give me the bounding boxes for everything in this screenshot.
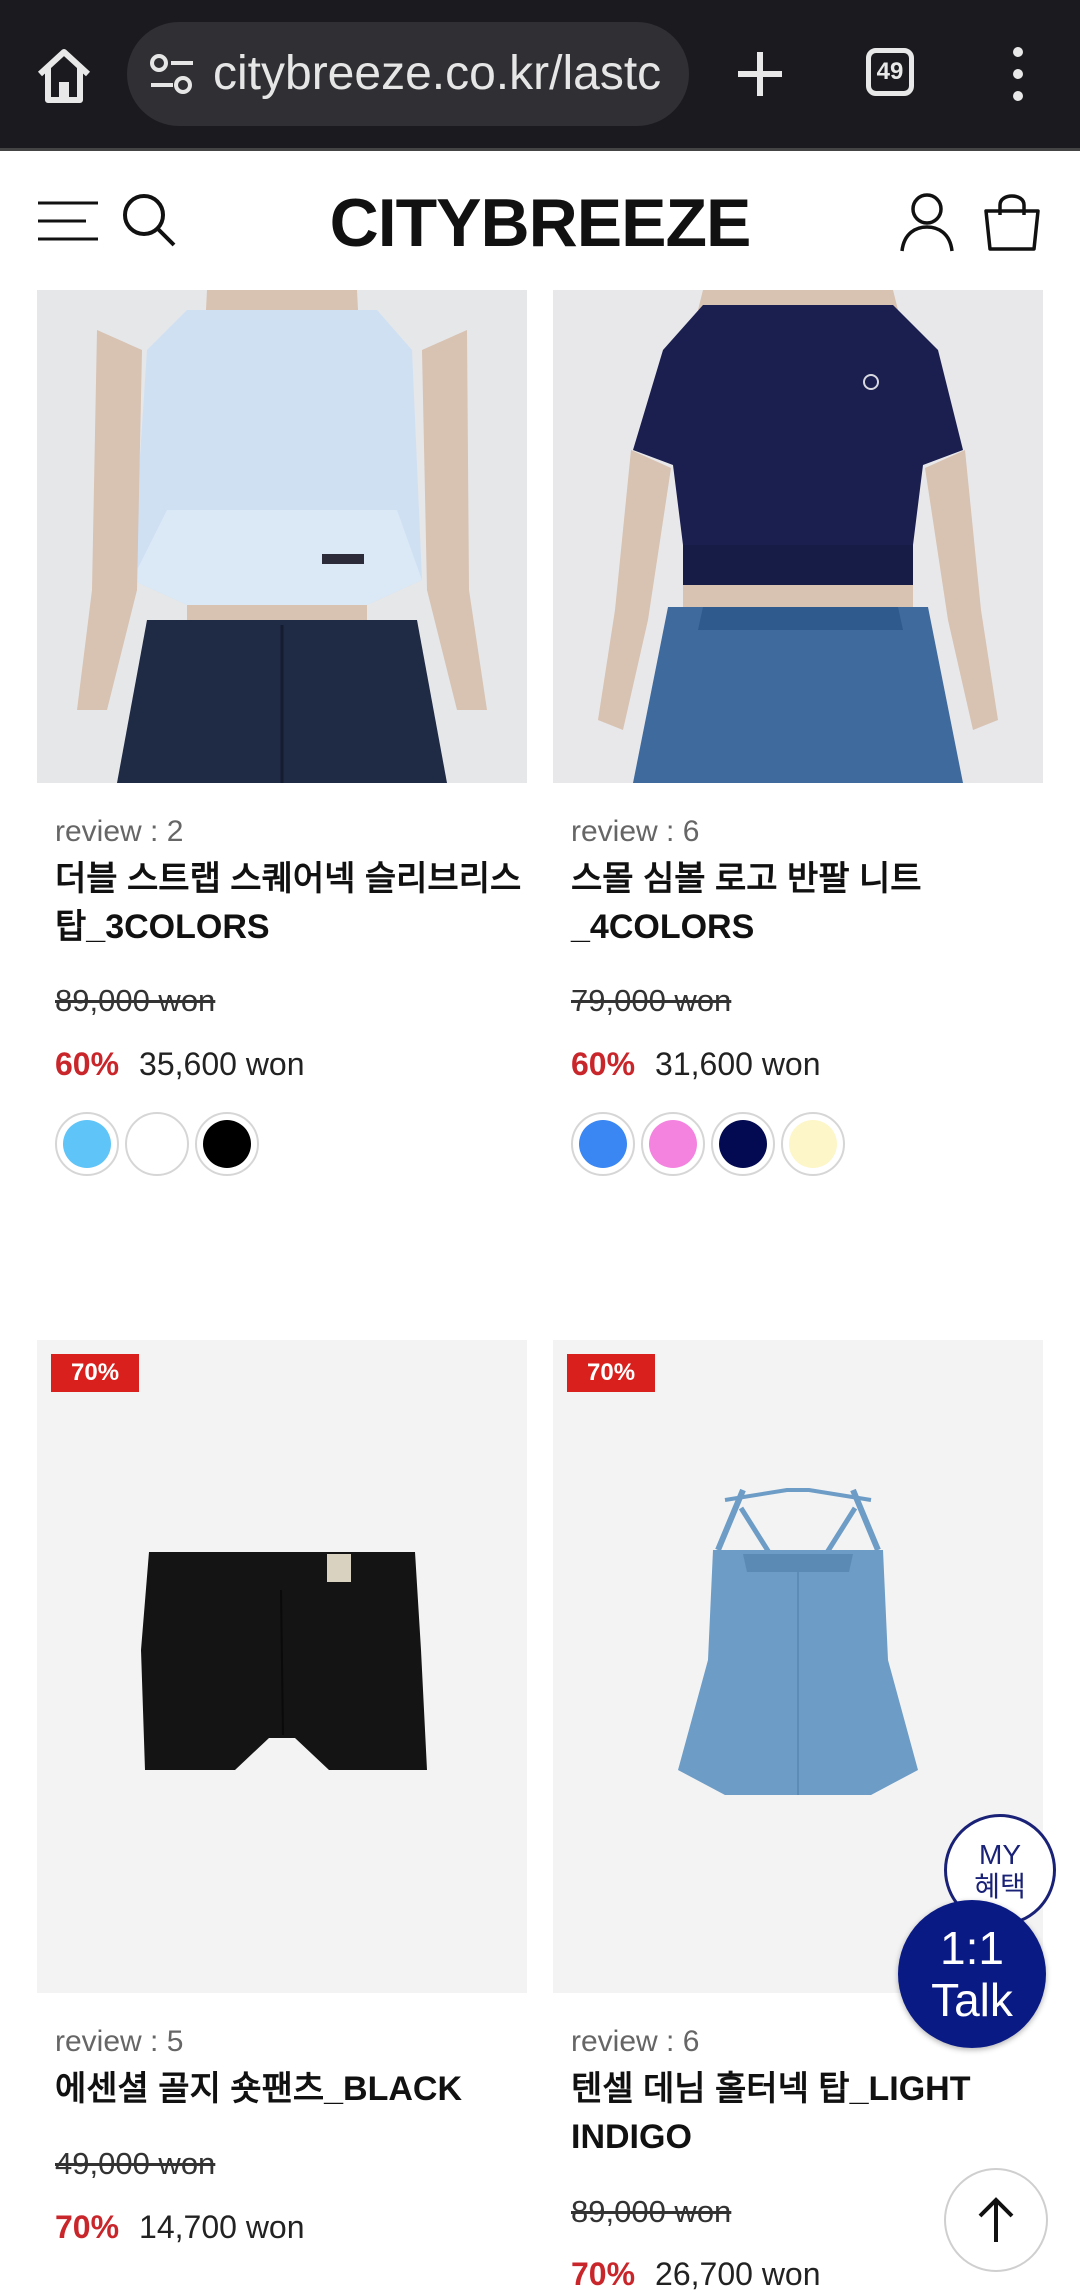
- product-name[interactable]: 스몰 심볼 로고 반팔 니트 _4COLORS: [571, 855, 1051, 951]
- product-name[interactable]: 에센셜 골지 숏팬츠_BLACK: [55, 2065, 535, 2113]
- chat-talk-button[interactable]: 1:1 Talk: [898, 1900, 1046, 2048]
- discount-rate: 70%: [571, 2256, 636, 2292]
- product-image[interactable]: 70%: [37, 1340, 527, 1993]
- product-name[interactable]: 텐셀 데님 홀터넥 탑_LIGHT INDIGO: [571, 2065, 1051, 2161]
- address-bar[interactable]: citybreeze.co.kr/lastc: [127, 22, 689, 126]
- color-swatches: [55, 1112, 259, 1176]
- product-image[interactable]: [553, 290, 1043, 783]
- color-swatches: [571, 1112, 845, 1176]
- discount-rate: 60%: [55, 1046, 120, 1082]
- discount-rate: 60%: [571, 1046, 636, 1082]
- arrow-up-icon: [978, 2197, 1014, 2242]
- original-price: 89,000 won: [55, 983, 216, 1018]
- review-count: review : 6: [571, 815, 700, 848]
- color-swatch[interactable]: [195, 1112, 259, 1176]
- account-icon[interactable]: [898, 191, 956, 253]
- sale-price: 31,600 won: [655, 1046, 821, 1082]
- sale-price: 14,700 won: [139, 2209, 305, 2245]
- original-price: 89,000 won: [571, 2194, 732, 2229]
- swatch-dot: [579, 1120, 627, 1168]
- sale-price-row: 60% 31,600 won: [571, 1042, 821, 1086]
- color-swatch[interactable]: [781, 1112, 845, 1176]
- color-swatch[interactable]: [711, 1112, 775, 1176]
- site-settings-icon[interactable]: [149, 52, 195, 96]
- product-name[interactable]: 더블 스트랩 스퀘어넥 슬리브리스 탑_3COLORS: [55, 855, 535, 951]
- swatch-dot: [719, 1120, 767, 1168]
- original-price: 79,000 won: [571, 983, 732, 1018]
- discount-rate: 70%: [55, 2209, 120, 2245]
- discount-badge: 70%: [51, 1354, 140, 1392]
- product-image[interactable]: [37, 290, 527, 783]
- original-price: 49,000 won: [55, 2146, 216, 2181]
- sale-price-row: 70% 14,700 won: [55, 2205, 305, 2249]
- color-swatch[interactable]: [125, 1112, 189, 1176]
- swatch-dot: [203, 1120, 251, 1168]
- review-count: review : 6: [571, 2025, 700, 2058]
- swatch-dot: [63, 1120, 111, 1168]
- swatch-dot: [649, 1120, 697, 1168]
- swatch-dot: [133, 1120, 181, 1168]
- review-count: review : 2: [55, 815, 184, 848]
- color-swatch[interactable]: [55, 1112, 119, 1176]
- sale-price-row: 70% 26,700 won: [571, 2252, 821, 2296]
- sale-price: 26,700 won: [655, 2256, 821, 2292]
- site-header: CITYBREEZE: [0, 148, 1080, 290]
- color-swatch[interactable]: [641, 1112, 705, 1176]
- scroll-to-top-button[interactable]: [944, 2168, 1048, 2272]
- discount-badge: 70%: [567, 1354, 656, 1392]
- home-icon[interactable]: [32, 44, 96, 108]
- review-count: review : 5: [55, 2025, 184, 2058]
- more-menu-icon[interactable]: [1000, 44, 1036, 104]
- new-tab-icon[interactable]: [728, 40, 792, 108]
- sale-price-row: 60% 35,600 won: [55, 1042, 305, 1086]
- tab-switcher-button[interactable]: 49: [866, 48, 914, 96]
- cart-icon[interactable]: [980, 189, 1044, 253]
- url-text: citybreeze.co.kr/lastc: [213, 47, 662, 100]
- swatch-dot: [789, 1120, 837, 1168]
- sale-price: 35,600 won: [139, 1046, 305, 1082]
- color-swatch[interactable]: [571, 1112, 635, 1176]
- browser-toolbar: citybreeze.co.kr/lastc 49: [0, 0, 1080, 148]
